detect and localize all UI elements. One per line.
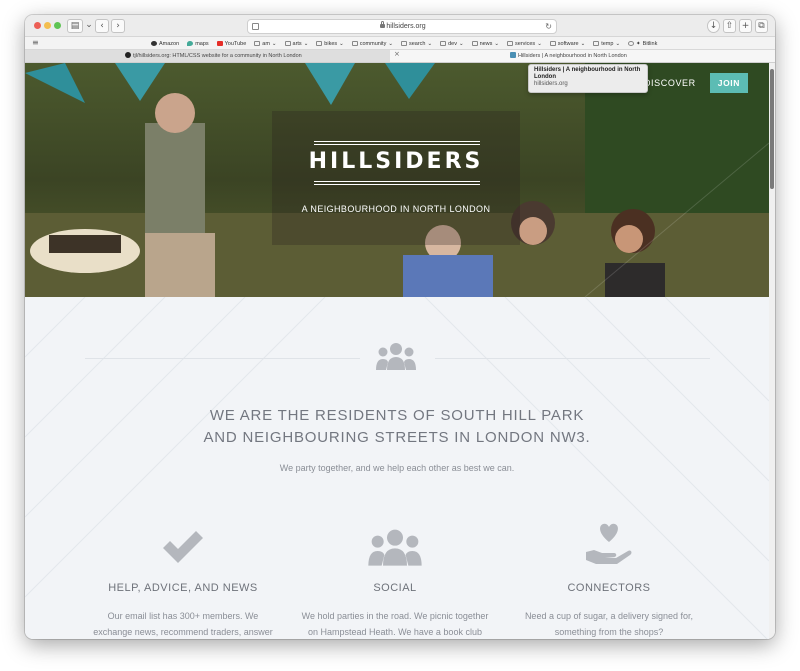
address-bar[interactable]: hillsiders.org ↻ <box>247 19 557 34</box>
folder-icon <box>549 41 556 46</box>
bookmark-folder-am[interactable]: am ⌄ <box>254 41 277 47</box>
page-settings-icon[interactable] <box>252 23 259 30</box>
minimize-window-button[interactable] <box>44 22 51 29</box>
feature-help: HELP, ADVICE, AND NEWS Our email list ha… <box>83 522 283 639</box>
bookmark-folder-software[interactable]: software ⌄ <box>549 41 585 47</box>
reload-icon[interactable]: ↻ <box>545 22 552 32</box>
menu-icon[interactable]: ≡ <box>32 38 39 47</box>
globe-icon <box>628 41 635 46</box>
maximize-window-button[interactable] <box>54 22 61 29</box>
bookmark-folder-bikes[interactable]: bikes ⌄ <box>316 41 344 47</box>
sidebar-toggle-icon[interactable]: ▤ <box>67 19 83 33</box>
tab-overview-icon[interactable]: ⧉ <box>755 19 768 33</box>
join-button[interactable]: JOIN <box>709 73 748 93</box>
intro-section: WE ARE THE RESIDENTS OF SOUTH HILL PARK … <box>25 297 769 639</box>
people-icon <box>368 529 422 566</box>
bookmark-folder-news[interactable]: news ⌄ <box>471 41 499 47</box>
discover-link[interactable]: DISCOVER <box>644 78 696 88</box>
bookmark-maps[interactable]: maps <box>187 41 209 47</box>
folder-icon <box>254 41 261 46</box>
hero-rule-top <box>314 141 480 142</box>
folder-icon <box>316 41 323 46</box>
headline-line-1: WE ARE THE RESIDENTS OF SOUTH HILL PARK <box>209 407 585 424</box>
new-tab-button[interactable]: + <box>739 19 752 33</box>
folder-icon <box>400 41 407 46</box>
bookmark-folder-services[interactable]: services ⌄ <box>507 41 542 47</box>
bookmark-youtube[interactable]: YouTube <box>216 41 246 47</box>
folder-icon <box>471 41 478 46</box>
lock-icon <box>380 21 385 28</box>
site-title: HILLSIDERS <box>308 149 484 174</box>
bookmark-folder-temp[interactable]: temp ⌄ <box>593 41 620 47</box>
bookmark-folder-dev[interactable]: dev ⌄ <box>440 41 464 47</box>
scrollbar-thumb[interactable] <box>770 69 774 189</box>
maps-icon <box>187 41 194 46</box>
browser-toolbar: ▤ ⌄ ‹ › hillsiders.org ↻ ↓ ⇧ + ⧉ <box>25 15 775 37</box>
feature-title: SOCIAL <box>373 582 417 594</box>
browser-window: ▤ ⌄ ‹ › hillsiders.org ↻ ↓ ⇧ + ⧉ ≡ Amazo… <box>25 15 775 639</box>
folder-icon <box>440 41 447 46</box>
tab-preview-tooltip: Hillsiders | A neighbourhood in North Lo… <box>528 64 648 93</box>
downloads-icon[interactable]: ↓ <box>707 19 720 33</box>
close-window-button[interactable] <box>34 22 41 29</box>
forward-button[interactable]: › <box>111 19 125 33</box>
folder-icon <box>351 41 358 46</box>
tooltip-url: hillsiders.org <box>534 81 568 87</box>
amazon-icon <box>151 41 157 46</box>
bookmark-folder-arts[interactable]: arts ⌄ <box>284 41 308 47</box>
hero-title-panel <box>272 111 520 245</box>
github-icon <box>125 52 131 58</box>
intro-headline: WE ARE THE RESIDENTS OF SOUTH HILL PARK … <box>25 405 769 449</box>
tab-bar: tjl/hillsiders.org: HTML/CSS website for… <box>25 50 775 63</box>
site-favicon-icon <box>510 52 516 58</box>
folder-icon <box>284 41 291 46</box>
page-scrollbar[interactable] <box>769 63 775 639</box>
intro-tagline: We party together, and we help each othe… <box>279 463 515 473</box>
tab-hillsiders[interactable]: × Hillsiders | A neighbourhood in North … <box>390 50 775 62</box>
close-tab-icon[interactable]: × <box>394 50 400 58</box>
bookmark-list: Amazon maps YouTube am ⌄ arts ⌄ bikes ⌄ … <box>151 37 657 50</box>
feature-body: Our email list has 300+ members. We exch… <box>93 611 273 637</box>
hero-rule-top <box>314 144 480 145</box>
heart-hand-icon <box>586 523 632 564</box>
feature-body: Need a cup of sugar, a delivery signed f… <box>524 611 694 637</box>
hero-rule-bottom <box>314 181 480 182</box>
sidebar-chevron-icon[interactable]: ⌄ <box>85 19 93 33</box>
checkmark-icon <box>163 531 203 563</box>
folder-icon <box>593 41 600 46</box>
feature-title: HELP, ADVICE, AND NEWS <box>108 582 258 594</box>
bookmark-folder-search[interactable]: search ⌄ <box>400 41 432 47</box>
back-button[interactable]: ‹ <box>95 19 109 33</box>
feature-body: We hold parties in the road. We picnic t… <box>301 611 489 637</box>
feature-connectors: CONNECTORS Need a cup of sugar, a delive… <box>509 522 709 639</box>
feature-social: SOCIAL We hold parties in the road. We p… <box>295 522 495 639</box>
tab-github[interactable]: tjl/hillsiders.org: HTML/CSS website for… <box>25 50 390 62</box>
bookmark-bitlink[interactable]: ✦ Bitlink <box>628 41 657 47</box>
youtube-icon <box>216 41 223 46</box>
bookmark-folder-community[interactable]: community ⌄ <box>351 41 393 47</box>
share-icon[interactable]: ⇧ <box>723 19 736 33</box>
bookmarks-bar: ≡ Amazon maps YouTube am ⌄ arts ⌄ bikes … <box>25 37 775 50</box>
tooltip-title: Hillsiders | A neighbourhood in North Lo… <box>534 67 641 80</box>
site-subtitle: A NEIGHBOURHOOD IN NORTH LONDON <box>301 204 491 214</box>
url-text: hillsiders.org <box>386 23 426 30</box>
feature-title: CONNECTORS <box>567 582 651 594</box>
people-icon <box>376 343 416 370</box>
divider-right <box>435 358 710 359</box>
divider-left <box>85 358 360 359</box>
top-nav: ⌄ DISCOVER JOIN <box>632 73 769 93</box>
headline-line-2: AND NEIGHBOURING STREETS IN LONDON NW3. <box>203 429 591 446</box>
hero-rule-bottom <box>314 184 480 185</box>
hero-banner: HILLSIDERS A NEIGHBOURHOOD IN NORTH LOND… <box>25 63 769 297</box>
bookmark-amazon[interactable]: Amazon <box>151 41 179 47</box>
folder-icon <box>507 41 514 46</box>
